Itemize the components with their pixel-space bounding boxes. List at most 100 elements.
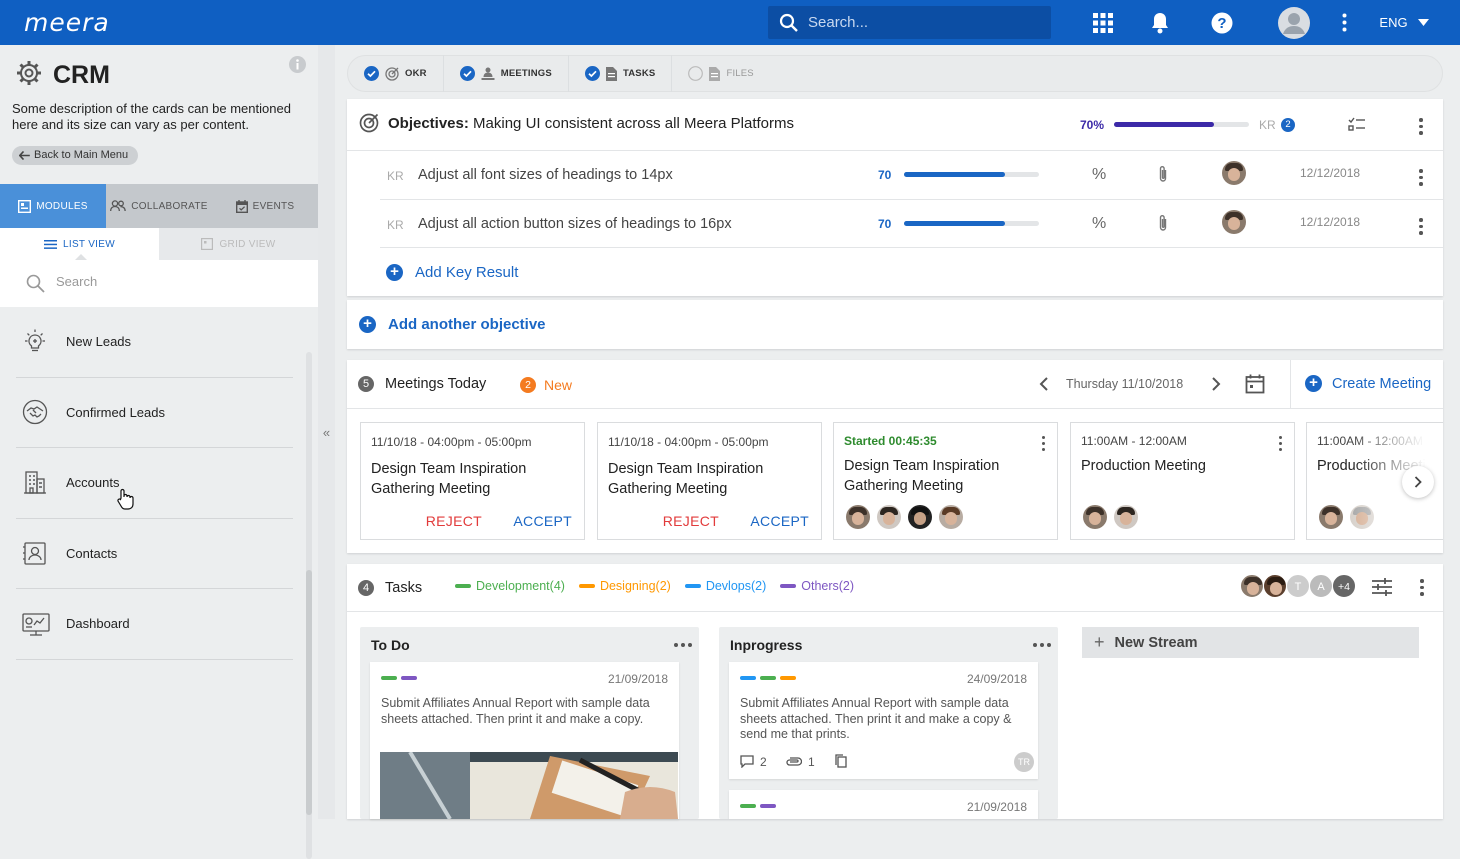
carousel-next-button[interactable] bbox=[1402, 466, 1434, 498]
checklist-icon[interactable] bbox=[1348, 117, 1366, 132]
add-objective-button[interactable]: + Add another objective bbox=[359, 316, 546, 333]
new-stream-button[interactable]: + New Stream bbox=[1082, 627, 1419, 658]
assignee-badge[interactable]: TR bbox=[1014, 752, 1034, 772]
module-toggle-files[interactable]: FILES bbox=[672, 55, 769, 92]
avatar[interactable] bbox=[939, 505, 963, 529]
arrow-left-icon bbox=[19, 151, 30, 160]
filter-development[interactable]: Development(4) bbox=[455, 579, 565, 593]
module-toggle-meetings[interactable]: MEETINGS bbox=[444, 55, 569, 92]
meeting-menu-icon[interactable] bbox=[1279, 436, 1283, 451]
filter-designing[interactable]: Designing(2) bbox=[578, 579, 671, 593]
filter-label: Designing(2) bbox=[599, 579, 671, 593]
tab-events-label: EVENTS bbox=[252, 200, 295, 212]
tab-collaborate[interactable]: COLLABORATE bbox=[106, 184, 212, 228]
task-date: 24/09/2018 bbox=[966, 672, 1027, 686]
meeting-actions: REJECT ACCEPT bbox=[598, 513, 821, 533]
avatar[interactable] bbox=[1319, 505, 1343, 529]
chevron-left-icon[interactable] bbox=[1039, 377, 1048, 391]
meeting-card[interactable]: 11/10/18 - 04:00pm - 05:00pm Design Team… bbox=[597, 422, 822, 540]
grid-view-toggle[interactable]: GRID VIEW bbox=[159, 228, 318, 260]
reject-button[interactable]: REJECT bbox=[426, 513, 482, 529]
help-icon[interactable]: ? bbox=[1210, 0, 1234, 45]
paperclip-icon[interactable] bbox=[1158, 165, 1168, 183]
paperclip-icon[interactable] bbox=[1158, 214, 1168, 232]
task-column: To Do 21/09/2018 Submit Affiliates Annua… bbox=[360, 627, 699, 819]
tab-collaborate-label: COLLABORATE bbox=[131, 200, 208, 212]
key-result-row[interactable]: KR Adjust all action button sizes of hea… bbox=[347, 200, 1443, 248]
task-card[interactable]: 21/09/2018 Submit Affiliates Annual Repo… bbox=[370, 662, 679, 819]
sidebar-tabs: MODULES COLLABORATE EVENTS bbox=[0, 184, 318, 228]
events-icon bbox=[235, 199, 248, 213]
filter-label: Devlops(2) bbox=[705, 579, 767, 593]
avatar bbox=[1240, 574, 1264, 598]
accept-button[interactable]: ACCEPT bbox=[513, 513, 572, 529]
task-attachment-photo[interactable] bbox=[380, 752, 678, 819]
accept-button[interactable]: ACCEPT bbox=[750, 513, 809, 529]
global-search[interactable] bbox=[768, 6, 1051, 39]
meeting-card[interactable]: 11:00AM - 12:00AM Production Meeting bbox=[1070, 422, 1295, 540]
column-menu-icon[interactable] bbox=[674, 643, 692, 647]
copy-icon[interactable] bbox=[835, 754, 847, 768]
objective-title[interactable]: Objectives: Making UI consistent across … bbox=[388, 115, 794, 132]
avatar[interactable] bbox=[1083, 505, 1107, 529]
filter-devlops[interactable]: Devlops(2) bbox=[684, 579, 767, 593]
module-toggle-tasks[interactable]: TASKS bbox=[569, 55, 673, 92]
kr-unit[interactable]: % bbox=[1092, 215, 1106, 233]
sidebar-item-contacts[interactable]: Contacts bbox=[16, 519, 293, 589]
meeting-card[interactable]: 11/10/18 - 04:00pm - 05:00pm Design Team… bbox=[360, 422, 585, 540]
new-meetings-label[interactable]: New bbox=[544, 377, 572, 393]
meeting-card[interactable]: Started 00:45:35 Design Team Inspiration… bbox=[833, 422, 1058, 540]
avatar[interactable] bbox=[846, 505, 870, 529]
more-menu-icon[interactable] bbox=[1340, 0, 1348, 45]
sidebar-item-accounts[interactable]: Accounts bbox=[16, 448, 293, 519]
meeting-actions: REJECT ACCEPT bbox=[361, 513, 584, 533]
task-card[interactable]: 21/09/2018 bbox=[729, 790, 1038, 819]
tag-color bbox=[760, 804, 776, 808]
avatar[interactable] bbox=[877, 505, 901, 529]
back-to-main-menu-button[interactable]: Back to Main Menu bbox=[12, 146, 139, 165]
kr-menu-icon[interactable] bbox=[1419, 218, 1423, 235]
tab-events[interactable]: EVENTS bbox=[212, 184, 318, 228]
avatar[interactable] bbox=[1222, 210, 1246, 234]
avatar[interactable] bbox=[1222, 161, 1246, 185]
module-toggle-okr[interactable]: OKR bbox=[348, 55, 444, 92]
tab-modules[interactable]: MODULES bbox=[0, 184, 106, 228]
apps-grid-icon[interactable] bbox=[1091, 0, 1115, 45]
chevron-right-icon[interactable] bbox=[1212, 377, 1221, 391]
task-card[interactable]: 24/09/2018 Submit Affiliates Annual Repo… bbox=[729, 662, 1038, 779]
filter-others[interactable]: Others(2) bbox=[780, 579, 854, 593]
module-list: New Leads Confirmed Leads Accounts Conta… bbox=[16, 307, 293, 660]
task-column: Inprogress 24/09/2018 Submit Affiliates … bbox=[719, 627, 1058, 819]
calendar-icon[interactable] bbox=[1245, 374, 1265, 394]
meeting-menu-icon[interactable] bbox=[1042, 436, 1046, 451]
sidebar-scrollbar-thumb[interactable] bbox=[306, 570, 312, 815]
target-icon bbox=[385, 66, 399, 81]
sidebar-search-input[interactable] bbox=[56, 274, 296, 289]
key-result-row[interactable]: KR Adjust all font sizes of headings to … bbox=[347, 151, 1443, 199]
user-avatar[interactable] bbox=[1277, 0, 1310, 45]
global-search-input[interactable] bbox=[808, 6, 1043, 39]
notification-bell-icon[interactable] bbox=[1148, 0, 1172, 45]
reject-button[interactable]: REJECT bbox=[663, 513, 719, 529]
sidebar-collapse-handle[interactable]: « bbox=[318, 45, 335, 819]
kr-progress-fill bbox=[904, 221, 1005, 226]
column-menu-icon[interactable] bbox=[1033, 643, 1051, 647]
sidebar-search[interactable] bbox=[0, 260, 318, 307]
add-key-result-button[interactable]: + Add Key Result bbox=[386, 264, 518, 281]
task-members[interactable]: T A +4 bbox=[1240, 573, 1356, 599]
tasks-menu-icon[interactable] bbox=[1420, 579, 1424, 596]
language-select[interactable]: ENG bbox=[1378, 0, 1430, 45]
filter-sliders-icon[interactable] bbox=[1372, 578, 1392, 596]
sidebar-item-new-leads[interactable]: New Leads bbox=[16, 307, 293, 378]
meera-logo[interactable]: meera bbox=[24, 8, 110, 37]
sidebar-item-dashboard[interactable]: Dashboard bbox=[16, 589, 293, 660]
kr-menu-icon[interactable] bbox=[1419, 169, 1423, 186]
sidebar-item-confirmed-leads[interactable]: Confirmed Leads bbox=[16, 378, 293, 448]
kr-unit[interactable]: % bbox=[1092, 166, 1106, 184]
info-icon[interactable] bbox=[289, 56, 306, 73]
create-meeting-button[interactable]: + Create Meeting bbox=[1305, 375, 1431, 392]
avatar[interactable] bbox=[1114, 505, 1138, 529]
avatar[interactable] bbox=[908, 505, 932, 529]
page-title: CRM bbox=[53, 61, 110, 89]
objective-menu-icon[interactable] bbox=[1419, 118, 1423, 135]
